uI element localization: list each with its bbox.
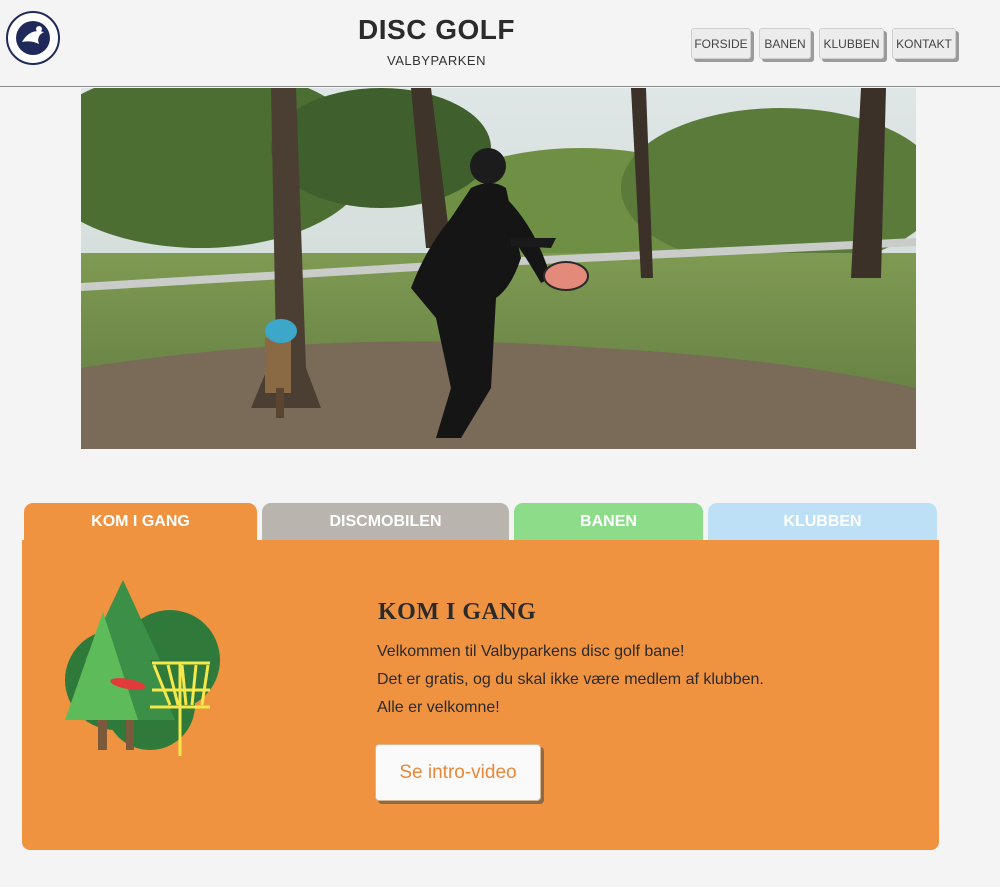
intro-video-button[interactable]: Se intro-video [375,744,541,801]
nav-forside-button[interactable]: FORSIDE [691,28,751,59]
panel-title: KOM I GANG [378,599,537,625]
main-nav: FORSIDE BANEN KLUBBEN KONTAKT [691,28,956,59]
tab-kom-i-gang[interactable]: KOM I GANG [24,503,257,540]
panel-line: Velkommen til Valbyparkens disc golf ban… [377,643,685,660]
nav-kontakt-button[interactable]: KONTAKT [892,28,956,59]
hero-photo [81,88,916,449]
panel-line: Alle er velkomne! [377,699,500,716]
tab-panel-kom-i-gang: KOM I GANG Velkommen til Valbyparkens di… [22,540,939,850]
tab-discmobilen[interactable]: DISCMOBILEN [262,503,509,540]
nav-klubben-button[interactable]: KLUBBEN [819,28,884,59]
tab-bar: KOM I GANG DISCMOBILEN BANEN KLUBBEN [0,503,1000,540]
tab-banen[interactable]: BANEN [514,503,703,540]
panel-text: Velkommen til Valbyparkens disc golf ban… [377,638,764,722]
nav-banen-button[interactable]: BANEN [759,28,811,59]
forest-disc-basket-icon [60,580,230,765]
site-header: DISC GOLF VALBYPARKEN FORSIDE BANEN KLUB… [0,0,1000,87]
tab-klubben[interactable]: KLUBBEN [708,503,937,540]
panel-line: Det er gratis, og du skal ikke være medl… [377,671,764,688]
